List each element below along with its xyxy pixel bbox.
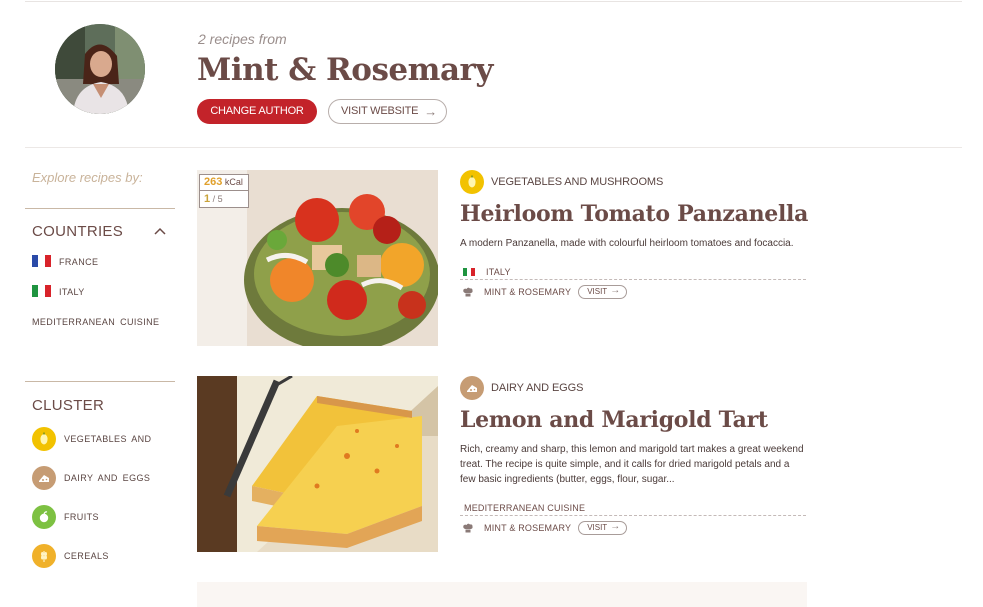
author-name: Mint & Rosemary [197,52,493,88]
score-max: / 5 [212,194,223,204]
recipe-author[interactable]: MINT & ROSEMARY [484,523,571,533]
chef-hat-icon [463,287,473,297]
visit-website-button[interactable]: VISIT WEBSITE → [328,99,447,124]
recipe-country-line: ITALY [460,264,806,280]
sidebar-item-france[interactable]: FRANCE [59,257,98,267]
score-badge: 1 / 5 [199,191,249,208]
recipe-author[interactable]: MINT & ROSEMARY [484,287,571,297]
explore-label: Explore recipes by: [32,170,143,185]
header-divider [25,147,962,148]
recipe-author-line: MINT & ROSEMARY VISIT → [460,521,628,535]
sidebar-divider [25,208,175,209]
calories-value: 263 [204,176,223,188]
recipe-author-line: MINT & ROSEMARY VISIT → [460,285,628,299]
italy-flag-icon [463,267,475,276]
calories-badge: 263 kCal [199,174,249,191]
countries-heading: COUNTRIES [32,223,124,240]
france-flag-icon [32,255,51,267]
recipe-category[interactable]: DAIRY AND EGGS [460,376,583,400]
wheat-icon [32,544,56,568]
sidebar-item-cereals[interactable]: CEREALS [64,551,109,561]
sidebar-item-italy[interactable]: ITALY [59,287,85,297]
cheese-icon [32,466,56,490]
recipe-country[interactable]: ITALY [486,267,511,277]
pepper-icon [460,170,484,194]
visit-author-button[interactable]: VISIT → [578,521,628,535]
sidebar-item-vegetables[interactable]: VEGETABLES AND [64,434,151,444]
arrow-right-icon: → [424,104,437,119]
sidebar-item-mediterranean-cuisine[interactable]: MEDITERRANEAN CUISINE [32,317,159,327]
change-author-button[interactable]: CHANGE AUTHOR [197,99,317,124]
next-recipe-card [197,582,807,607]
sidebar-item-dairy-and-eggs[interactable]: DAIRY AND EGGS [64,473,150,483]
recipe-category[interactable]: VEGETABLES AND MUSHROOMS [460,170,663,194]
recipe-title-link[interactable]: Lemon and Marigold Tart [460,407,768,433]
sidebar-item-fruits[interactable]: FRUITS [64,512,99,522]
recipe-cuisine[interactable]: MEDITERRANEAN CUISINE [464,503,585,513]
sidebar-divider [25,381,175,382]
cheese-icon [460,376,484,400]
arrow-right-icon: → [610,285,621,296]
calories-unit: kCal [224,177,243,187]
recipe-description: Rich, creamy and sharp, this lemon and m… [460,444,804,485]
recipe-cuisine-line: MEDITERRANEAN CUISINE [460,500,806,516]
chevron-up-icon[interactable] [154,226,166,236]
recipe-description: A modern Panzanella, made with colourful… [460,238,794,249]
recipe-category-label: VEGETABLES AND MUSHROOMS [491,176,664,188]
author-avatar[interactable] [55,24,145,114]
recipe-image-lemon-tart[interactable] [197,376,438,552]
score-value: 1 [204,193,211,205]
visit-author-button[interactable]: VISIT → [578,285,628,299]
recipe-title-link[interactable]: Heirloom Tomato Panzanella [460,201,808,227]
top-divider [25,1,962,2]
visit-label: VISIT [587,523,608,532]
apple-icon [32,505,56,529]
cluster-heading: CLUSTER [32,397,105,414]
recipe-category-label: DAIRY AND EGGS [491,382,584,394]
visit-website-label: VISIT WEBSITE [341,105,419,117]
pepper-icon [32,427,56,451]
recipes-count-label: 2 recipes from [198,31,287,47]
chef-hat-icon [463,523,473,533]
arrow-right-icon: → [610,521,621,532]
visit-label: VISIT [587,287,608,296]
italy-flag-icon [32,285,51,297]
